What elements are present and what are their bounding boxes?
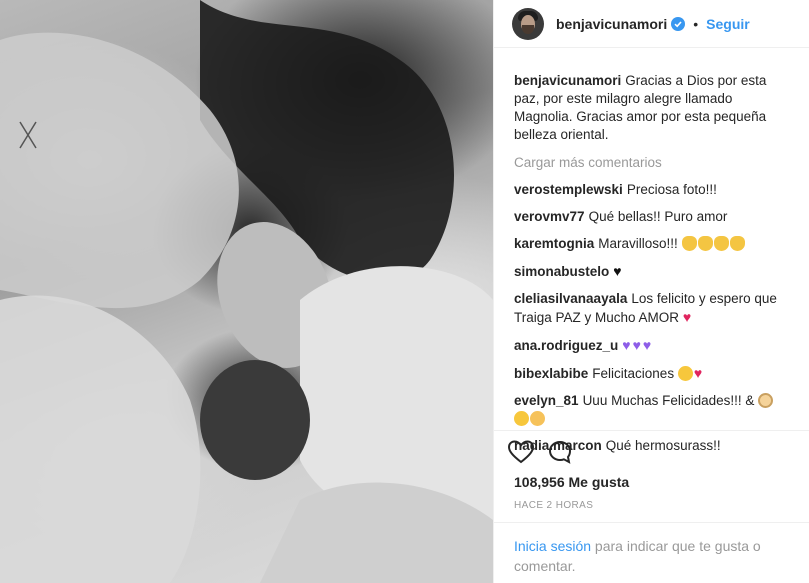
person-emoji-icon [530, 411, 545, 426]
login-prompt: Inicia sesión para indicar que te gusta … [514, 536, 789, 576]
purple-heart-emoji-icon: ♥ [622, 337, 631, 353]
clap-emoji-icon [713, 236, 729, 251]
post-timestamp: HACE 2 HORAS [514, 500, 594, 511]
clap-emoji-icon [681, 236, 697, 251]
heart-outline-icon[interactable] [508, 440, 534, 464]
load-more-comments[interactable]: Cargar más comentarios [514, 154, 793, 172]
comment-text: Qué bellas!! Puro amor [588, 209, 728, 224]
verified-badge-icon [671, 16, 686, 31]
comment-username[interactable]: simonabustelo [514, 264, 609, 279]
separator-dot: • [693, 15, 699, 32]
comment-item: verovmv77 Qué bellas!! Puro amor [514, 208, 793, 226]
comment-text: Felicitaciones [592, 366, 675, 381]
post-header: benjavicunamori • Seguir [494, 0, 809, 48]
avatar[interactable] [512, 7, 544, 40]
comment-text: Maravilloso!!! [598, 236, 678, 251]
comment-text: Preciosa foto!!! [626, 182, 717, 197]
comment-item: ana.rodriguez_u ♥ ♥ ♥ [514, 336, 793, 355]
post-panel: benjavicunamori • Seguir benjavicunamori… [493, 0, 809, 583]
black-heart-emoji-icon: ♥ [613, 263, 622, 279]
comment-item: cleliasilvanaayala Los felicito y espero … [514, 290, 793, 327]
red-heart-emoji-icon: ♥ [682, 309, 692, 325]
comment-username[interactable]: karemtognia [514, 236, 594, 251]
comment-list: benjavicunamori Gracias a Dios por esta p… [514, 72, 793, 464]
caption-username[interactable]: benjavicunamori [514, 73, 621, 88]
comment-username[interactable]: verovmv77 [514, 209, 585, 224]
comment-item: verostemplewski Preciosa foto!!! [514, 181, 793, 199]
comment-username[interactable]: cleliasilvanaayala [514, 291, 627, 306]
heart-eyes-emoji-icon [514, 411, 529, 426]
login-divider [494, 522, 809, 523]
comment-text: Uuu Muchas Felicidades!!! & [582, 393, 755, 408]
comment-username[interactable]: evelyn_81 [514, 393, 579, 408]
header-username[interactable]: benjavicunamori [556, 16, 667, 32]
login-link[interactable]: Inicia sesión [514, 538, 591, 554]
actions-divider [494, 430, 809, 431]
comment-text: Qué hermosurass!! [605, 438, 721, 453]
clap-emoji-icon [697, 236, 713, 251]
like-count[interactable]: 108,956 Me gusta [514, 474, 629, 490]
smile-emoji-icon [677, 366, 693, 381]
red-heart-emoji-icon: ♥ [693, 365, 703, 381]
purple-heart-emoji-icon: ♥ [642, 337, 652, 353]
action-bar [508, 440, 572, 464]
purple-heart-emoji-icon: ♥ [632, 337, 641, 353]
comment-item: evelyn_81 Uuu Muchas Felicidades!!! & [514, 392, 793, 428]
caption: benjavicunamori Gracias a Dios por esta p… [514, 72, 793, 144]
comment-item: simonabustelo ♥ [514, 262, 793, 281]
comment-item: bibexlabibe Felicitaciones ♥ [514, 364, 793, 383]
comment-username[interactable]: bibexlabibe [514, 366, 588, 381]
comment-item: karemtognia Maravilloso!!! [514, 235, 793, 253]
comment-username[interactable]: verostemplewski [514, 182, 623, 197]
post-photo[interactable] [0, 0, 493, 583]
baby-emoji-icon [758, 393, 774, 408]
follow-button[interactable]: Seguir [706, 16, 750, 32]
photo-illustration [0, 0, 493, 583]
comment-bubble-icon[interactable] [548, 440, 572, 464]
clap-emoji-icon [729, 236, 745, 251]
comment-username[interactable]: ana.rodriguez_u [514, 338, 618, 353]
